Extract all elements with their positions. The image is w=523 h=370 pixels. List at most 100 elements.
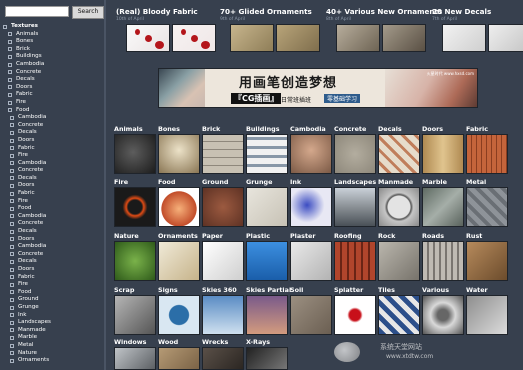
category-tile[interactable]: Windows	[114, 338, 156, 370]
category-label[interactable]: Wood	[158, 338, 178, 346]
category-thumbnail[interactable]	[466, 187, 508, 227]
category-thumbnail[interactable]	[246, 295, 288, 335]
category-thumbnail[interactable]	[378, 187, 420, 227]
search-button[interactable]: Search	[72, 6, 104, 19]
category-thumbnail[interactable]	[202, 241, 244, 281]
category-thumbnail[interactable]	[114, 241, 156, 281]
category-tile[interactable]: Splatter	[334, 286, 376, 336]
category-label[interactable]: Cambodia	[290, 125, 326, 133]
category-thumbnail[interactable]	[246, 187, 288, 227]
category-thumbnail[interactable]	[290, 241, 332, 281]
category-thumbnail[interactable]	[422, 187, 464, 227]
category-tile[interactable]: Metal	[466, 178, 508, 228]
category-label[interactable]: Paper	[202, 232, 223, 240]
category-tile[interactable]: Wood	[158, 338, 200, 370]
category-label[interactable]: Splatter	[334, 286, 363, 294]
category-label[interactable]: Ink	[290, 178, 301, 186]
category-thumbnail[interactable]	[290, 295, 332, 335]
update-card[interactable]: 20 New Decals 7th of April	[428, 4, 523, 54]
category-label[interactable]: Roofing	[334, 232, 362, 240]
update-thumbnail[interactable]	[126, 24, 170, 52]
expand-toggle-icon[interactable]	[10, 206, 14, 211]
update-card[interactable]: (Real) Bloody Fabric 10th of April	[112, 4, 216, 54]
category-tile[interactable]: Decals	[378, 125, 420, 175]
category-thumbnail[interactable]	[158, 134, 200, 174]
category-label[interactable]: Doors	[422, 125, 443, 133]
expand-toggle-icon[interactable]	[10, 130, 14, 135]
expand-toggle-icon[interactable]	[10, 214, 14, 219]
expand-toggle-icon[interactable]	[8, 70, 12, 75]
expand-toggle-icon[interactable]	[10, 305, 14, 310]
expand-toggle-icon[interactable]	[10, 282, 14, 287]
category-tile[interactable]: Roads	[422, 232, 464, 282]
category-label[interactable]: Windows	[114, 338, 146, 346]
category-tile[interactable]: Buildings	[246, 125, 288, 175]
category-label[interactable]: Decals	[378, 125, 402, 133]
expand-toggle-icon[interactable]	[8, 54, 12, 59]
expand-toggle-icon[interactable]	[10, 115, 14, 120]
category-thumbnail[interactable]	[378, 241, 420, 281]
category-label[interactable]: Animals	[114, 125, 143, 133]
expand-toggle-icon[interactable]	[8, 62, 12, 67]
expand-toggle-icon[interactable]	[8, 100, 12, 105]
expand-toggle-icon[interactable]	[3, 24, 7, 29]
category-thumbnail[interactable]	[114, 134, 156, 174]
category-label[interactable]: Rust	[466, 232, 482, 240]
category-thumbnail[interactable]	[378, 134, 420, 174]
expand-toggle-icon[interactable]	[8, 108, 12, 113]
category-label[interactable]: Scrap	[114, 286, 134, 294]
expand-toggle-icon[interactable]	[10, 297, 14, 302]
category-thumbnail[interactable]	[158, 187, 200, 227]
banner-cta-button[interactable]: 零基础学习	[324, 94, 361, 103]
category-thumbnail[interactable]	[202, 187, 244, 227]
category-thumbnail[interactable]	[422, 134, 464, 174]
category-tile[interactable]: Ground	[202, 178, 244, 228]
expand-toggle-icon[interactable]	[10, 146, 14, 151]
category-tile[interactable]: Ornaments	[158, 232, 200, 282]
expand-toggle-icon[interactable]	[10, 252, 14, 257]
expand-toggle-icon[interactable]	[10, 138, 14, 143]
category-label[interactable]: Skies 360	[202, 286, 237, 294]
expand-toggle-icon[interactable]	[10, 328, 14, 333]
category-thumbnail[interactable]	[422, 295, 464, 335]
update-card[interactable]: 40+ Various New Ornaments 8th of April	[322, 4, 442, 54]
category-label[interactable]: Metal	[466, 178, 486, 186]
update-card-title[interactable]: 20 New Decals	[432, 7, 491, 16]
category-tile[interactable]: Scrap	[114, 286, 156, 336]
expand-toggle-icon[interactable]	[10, 191, 14, 196]
category-tile[interactable]: Concrete	[334, 125, 376, 175]
category-tile[interactable]: Signs	[158, 286, 200, 336]
category-tile[interactable]: Grunge	[246, 178, 288, 228]
category-thumbnail[interactable]	[158, 347, 200, 370]
category-thumbnail[interactable]	[114, 187, 156, 227]
category-thumbnail[interactable]	[114, 347, 156, 370]
expand-toggle-icon[interactable]	[10, 275, 14, 280]
category-tile[interactable]: Various	[422, 286, 464, 336]
category-tile[interactable]: Food	[158, 178, 200, 228]
category-tile[interactable]: Skies Partial	[246, 286, 291, 336]
category-tile[interactable]: Plastic	[246, 232, 288, 282]
category-tile[interactable]: Soil	[290, 286, 332, 336]
category-tile[interactable]: Skies 360	[202, 286, 244, 336]
update-thumbnail[interactable]	[230, 24, 274, 52]
search-input[interactable]	[5, 6, 69, 17]
category-thumbnail[interactable]	[290, 187, 332, 227]
expand-toggle-icon[interactable]	[8, 39, 12, 44]
expand-toggle-icon[interactable]	[10, 313, 14, 318]
update-thumbnail[interactable]	[442, 24, 486, 52]
expand-toggle-icon[interactable]	[8, 47, 12, 52]
category-label[interactable]: Brick	[202, 125, 220, 133]
update-thumbnail[interactable]	[382, 24, 426, 52]
category-tile[interactable]: Marble	[422, 178, 464, 228]
category-thumbnail[interactable]	[378, 295, 420, 335]
category-label[interactable]: Ornaments	[158, 232, 198, 240]
category-thumbnail[interactable]	[422, 241, 464, 281]
category-thumbnail[interactable]	[466, 295, 508, 335]
category-label[interactable]: Grunge	[246, 178, 272, 186]
expand-toggle-icon[interactable]	[10, 176, 14, 181]
expand-toggle-icon[interactable]	[10, 260, 14, 264]
category-thumbnail[interactable]	[334, 187, 376, 227]
expand-toggle-icon[interactable]	[10, 199, 14, 204]
category-tile[interactable]: Fire	[114, 178, 156, 228]
category-label[interactable]: Roads	[422, 232, 444, 240]
